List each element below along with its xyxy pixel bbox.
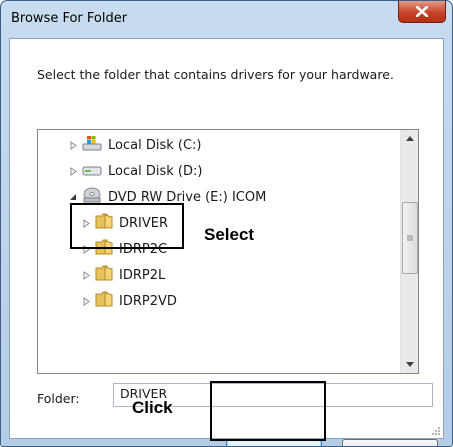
click-highlight-box bbox=[210, 381, 326, 441]
expand-arrow-icon[interactable] bbox=[68, 140, 78, 150]
grip-lines-icon bbox=[407, 235, 413, 241]
folder-field-label: Folder: bbox=[37, 391, 80, 406]
instruction-text: Select the folder that contains drivers … bbox=[37, 67, 394, 82]
window-title: Browse For Folder bbox=[11, 11, 128, 26]
folder-icon bbox=[95, 265, 113, 285]
select-highlight-box bbox=[70, 203, 184, 249]
windows-drive-icon bbox=[82, 135, 102, 155]
collapse-arrow-icon[interactable] bbox=[68, 193, 78, 201]
tree-item-local-disk-d[interactable]: Local Disk (D:) bbox=[68, 158, 202, 184]
tree-item-label: Local Disk (C:) bbox=[108, 137, 202, 153]
tree-item-local-disk-c[interactable]: Local Disk (C:) bbox=[68, 132, 201, 158]
close-icon bbox=[416, 6, 428, 17]
resize-grip-icon[interactable] bbox=[431, 426, 441, 436]
tree-item-label: IDRP2L bbox=[119, 267, 166, 283]
tree-item-label: Local Disk (D:) bbox=[108, 163, 203, 179]
tree-scrollbar[interactable] bbox=[400, 130, 418, 373]
title-bar[interactable]: Browse For Folder bbox=[1, 1, 452, 37]
tree-item-label: IDRP2VD bbox=[119, 293, 177, 309]
hard-drive-icon bbox=[82, 161, 102, 181]
expand-arrow-icon[interactable] bbox=[81, 270, 91, 280]
folder-tree[interactable]: Local Disk (C:) Local Disk (D:) DVD RW D… bbox=[37, 129, 419, 374]
folder-icon bbox=[95, 291, 113, 311]
expand-arrow-icon[interactable] bbox=[81, 296, 91, 306]
scroll-down-button[interactable] bbox=[401, 356, 418, 373]
scroll-thumb[interactable] bbox=[402, 202, 418, 274]
tree-item-idrp2l[interactable]: IDRP2L bbox=[81, 262, 165, 288]
browse-for-folder-dialog: Browse For Folder Select the folder that… bbox=[0, 0, 453, 447]
select-annotation: Select bbox=[204, 225, 255, 244]
scroll-up-button[interactable] bbox=[401, 130, 418, 147]
cancel-button[interactable]: Cancel bbox=[342, 439, 438, 446]
expand-arrow-icon[interactable] bbox=[68, 166, 78, 176]
click-annotation: Click bbox=[132, 398, 173, 417]
chevron-up-icon bbox=[405, 136, 414, 141]
chevron-down-icon bbox=[405, 362, 414, 367]
close-button[interactable] bbox=[398, 1, 446, 23]
tree-item-idrp2vd[interactable]: IDRP2VD bbox=[81, 288, 177, 314]
